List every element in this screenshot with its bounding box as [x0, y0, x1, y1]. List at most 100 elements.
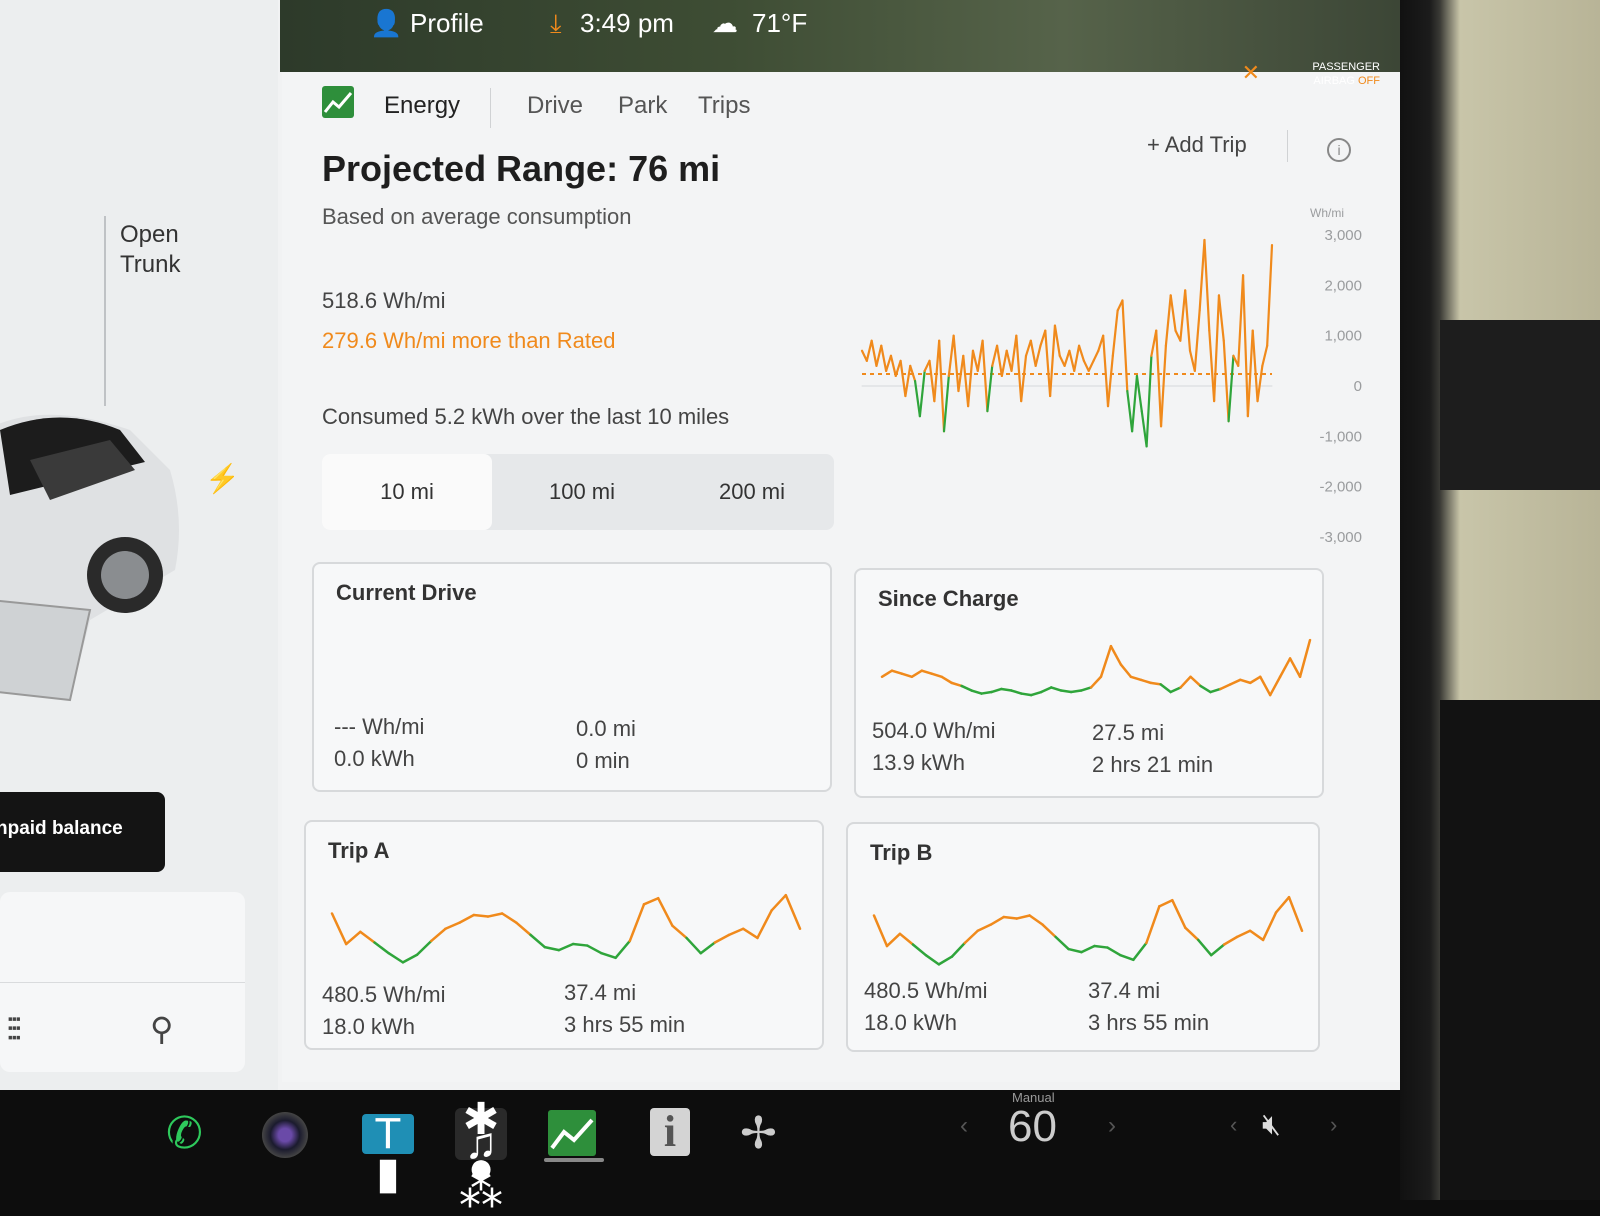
profile-label[interactable]: Profile — [410, 8, 484, 39]
sparkline-segment — [430, 927, 447, 943]
energy-line-segment — [1106, 354, 1114, 408]
manual-icon[interactable]: i — [650, 1108, 690, 1156]
chevron-left-icon[interactable]: ‹ — [1230, 1112, 1237, 1138]
chevron-left-icon[interactable]: ‹ — [960, 1112, 968, 1140]
energy-line-segment — [1198, 238, 1206, 312]
airbag-line2: AIRBAG — [1313, 75, 1355, 87]
option-10-mi[interactable]: 10 mi — [322, 454, 492, 530]
sparkline-segment — [1030, 690, 1043, 697]
chevron-right-icon[interactable]: › — [1108, 1112, 1116, 1140]
sparkline-segment — [1149, 681, 1162, 686]
airbag-status: PASSENGER AIRBAG OFF — [1260, 60, 1380, 88]
energy-line-segment — [1193, 309, 1201, 372]
info-icon[interactable]: i — [1327, 138, 1351, 162]
energy-line-segment — [885, 354, 893, 372]
sparkline-segment — [1274, 895, 1291, 914]
energy-line-segment — [1155, 329, 1163, 428]
sparkline-segment — [872, 914, 889, 948]
sparkline-segment — [1235, 929, 1252, 939]
car-image — [0, 414, 179, 702]
option-200-mi[interactable]: 200 mi — [667, 454, 837, 530]
camera-icon[interactable] — [262, 1112, 308, 1158]
card-current-drive[interactable]: Current Drive --- Wh/mi 0.0 kWh 0.0 mi 0… — [312, 562, 832, 792]
add-trip-button[interactable]: + Add Trip — [1147, 132, 1247, 158]
phone-icon[interactable]: ✆ — [166, 1108, 203, 1159]
trip-b-sparkline — [872, 895, 1304, 966]
sparkline-segment — [1000, 687, 1013, 692]
tab-energy[interactable]: Energy — [384, 92, 460, 120]
sparkline-segment — [1287, 895, 1304, 933]
sparkline-segment — [1002, 915, 1018, 920]
energy-line-segment — [1087, 359, 1095, 372]
toybox-icon[interactable]: T ▮ — [362, 1112, 414, 1196]
sparkline-segment — [756, 909, 773, 940]
sparkline-segment — [1106, 946, 1122, 957]
energy-line-segment — [1213, 294, 1221, 403]
screen-bezel — [1400, 0, 1600, 1200]
sparkline-segment — [885, 932, 902, 948]
card-whmi: --- Wh/mi — [334, 714, 425, 739]
sparkline-segment — [727, 927, 745, 937]
sparkline-segment — [628, 903, 646, 943]
apps-icon[interactable]: ✱ ♫ ● ⁂ — [455, 1098, 507, 1214]
energy-line-segment — [1145, 354, 1153, 448]
projected-range-subtitle: Based on average consumption — [322, 204, 632, 229]
energy-line-segment — [1184, 289, 1192, 352]
energy-line-segment — [928, 359, 936, 403]
profile-icon[interactable]: 👤 — [370, 8, 402, 39]
status-bar: 👤 Profile ⤓ 3:49 pm ☁ 71°F — [280, 0, 1400, 72]
sparkline-segment — [990, 687, 1003, 694]
sparkline-segment — [1093, 944, 1109, 949]
fan-icon[interactable]: ✢ — [740, 1108, 777, 1159]
energy-line-segment — [962, 354, 970, 408]
energy-line-segment — [1135, 374, 1143, 413]
sparkline-segment — [1179, 675, 1192, 689]
energy-line-segment — [1208, 329, 1216, 403]
chevron-right-icon[interactable]: › — [1330, 1112, 1337, 1138]
card-trip-a[interactable]: Trip A 480.5 Wh/mi 18.0 kWh 37.4 mi 3 hr… — [304, 820, 824, 1050]
mute-icon[interactable]: 🔇︎ — [1262, 1108, 1281, 1142]
media-search-card: ⫶⫶⫶ ⚲ — [0, 892, 245, 1072]
search-icon[interactable]: ⚲ — [150, 1010, 173, 1048]
energy-graph-icon — [322, 86, 354, 118]
energy-line-segment — [1251, 329, 1259, 403]
sparkline-segment — [1249, 675, 1262, 685]
download-icon[interactable]: ⤓ — [550, 8, 562, 40]
energy-line-segment — [1073, 344, 1081, 372]
open-trunk-button[interactable]: Open Trunk — [120, 220, 180, 280]
card-title: Current Drive — [336, 580, 477, 605]
option-100-mi[interactable]: 100 mi — [497, 454, 667, 530]
y-tick-label: -1,000 — [1319, 428, 1362, 445]
unpaid-balance-notice[interactable]: npaid balance — [0, 792, 165, 872]
energy-line-segment — [880, 344, 888, 372]
sparkline-segment — [656, 896, 674, 927]
card-trip-b[interactable]: Trip B 480.5 Wh/mi 18.0 kWh 37.4 mi 3 hr… — [846, 822, 1320, 1052]
active-app-indicator — [544, 1158, 604, 1162]
since-charge-sparkline — [880, 638, 1312, 697]
card-since-charge[interactable]: Since Charge 504.0 Wh/mi 13.9 kWh 27.5 m… — [854, 568, 1324, 798]
sparkline-segment — [1067, 947, 1083, 954]
tab-drive[interactable]: Drive — [527, 92, 583, 120]
energy-line-segment — [1121, 299, 1129, 393]
tab-trips[interactable]: Trips — [698, 92, 750, 120]
sparkline-segment — [1080, 944, 1096, 954]
card-miles: 37.4 mi — [1088, 978, 1161, 1003]
energy-line-segment — [1203, 238, 1211, 332]
sparkline-segment — [1145, 905, 1161, 945]
tab-park[interactable]: Park — [618, 92, 667, 120]
equalizer-icon[interactable]: ⫶⫶⫶ — [6, 1012, 22, 1050]
energy-panel: ✕ PASSENGER AIRBAG OFF Energy Drive Park… — [282, 60, 1400, 1082]
energy-line-segment — [1131, 374, 1139, 433]
energy-line-segment — [1179, 289, 1187, 342]
sparkline-segment — [1054, 935, 1070, 951]
energy-app-icon[interactable] — [548, 1110, 596, 1156]
sparkline-segment — [1189, 675, 1202, 688]
energy-line-segment — [995, 344, 1003, 378]
energy-line-segment — [942, 374, 950, 433]
energy-line-segment — [1063, 349, 1071, 367]
sparkline-segment — [920, 669, 934, 675]
energy-line-segment — [1049, 324, 1057, 398]
energy-line-segment — [1241, 274, 1249, 418]
card-duration: 3 hrs 55 min — [564, 1012, 686, 1037]
energy-line-segment — [1237, 274, 1245, 367]
